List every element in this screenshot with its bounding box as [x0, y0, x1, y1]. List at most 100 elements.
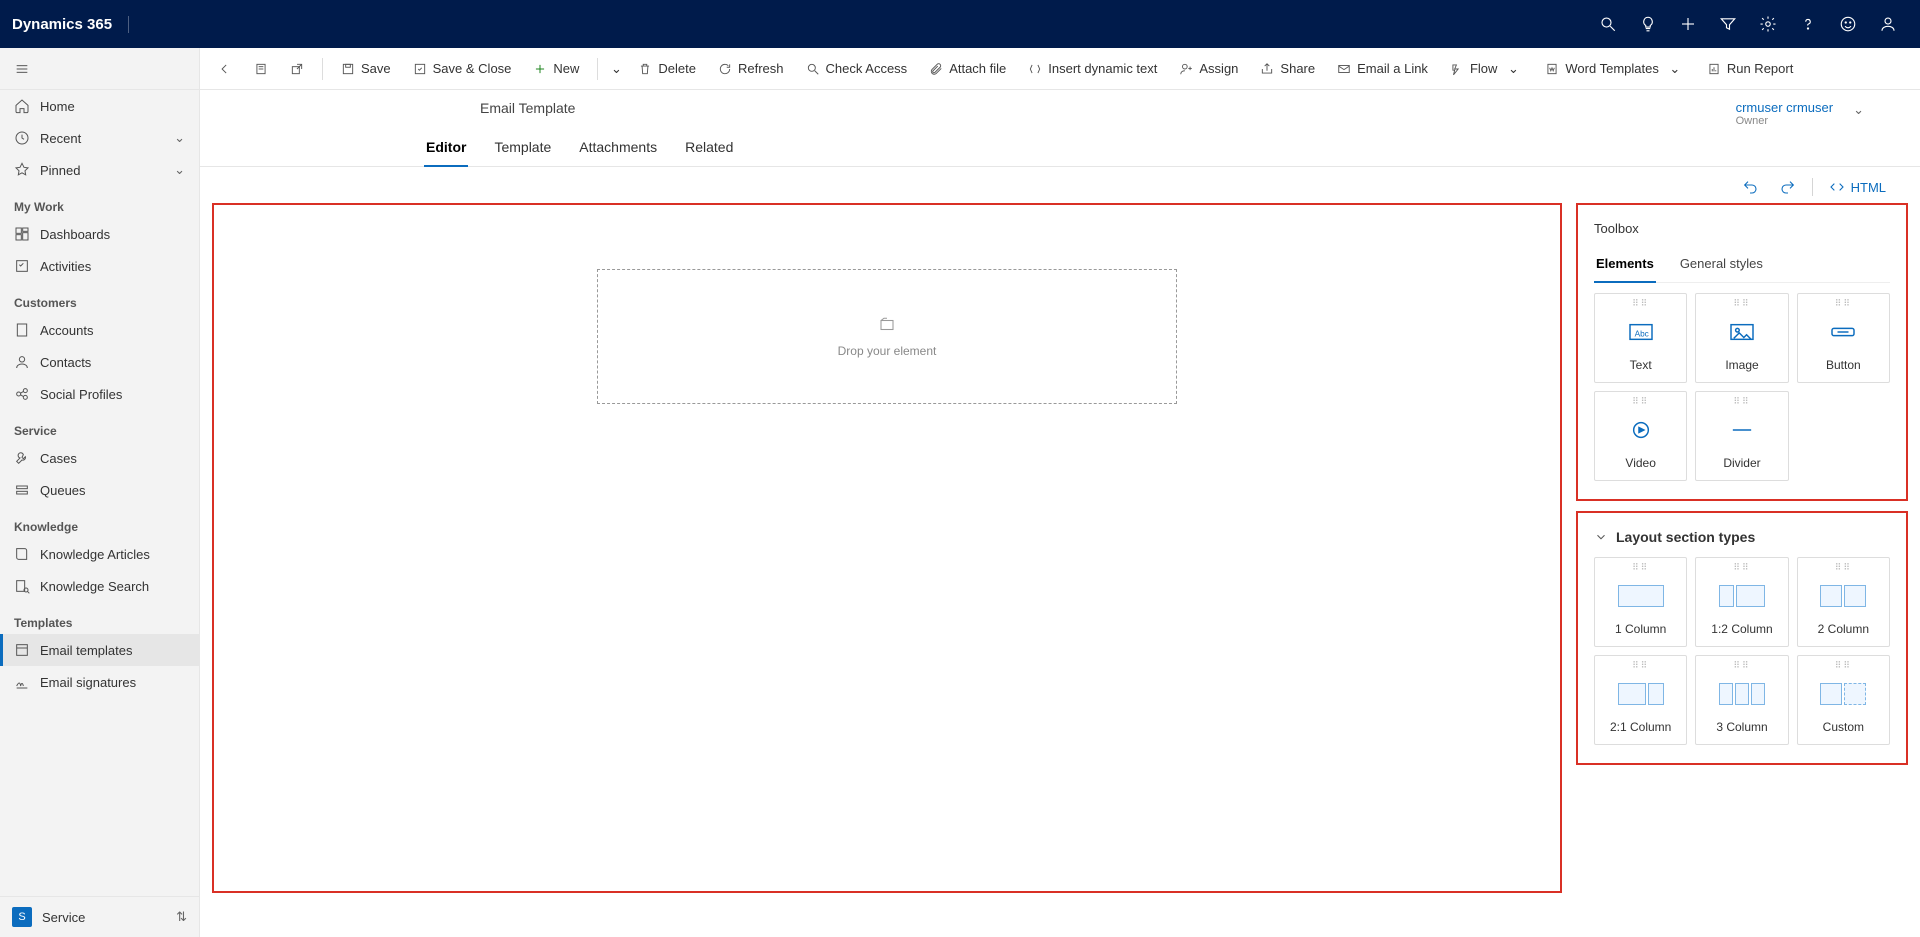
- attach-file-button[interactable]: Attach file: [919, 55, 1016, 82]
- delete-button[interactable]: Delete: [628, 55, 706, 82]
- grip-icon: ⠿⠿: [1733, 564, 1750, 570]
- grip-icon: ⠿⠿: [1835, 300, 1852, 306]
- element-video[interactable]: ⠿⠿ Video: [1594, 391, 1687, 481]
- command-bar: Save Save & Close New ⌄ Delete Refresh C…: [200, 48, 1920, 90]
- html-view-button[interactable]: HTML: [1823, 175, 1892, 199]
- grip-icon: ⠿⠿: [1835, 564, 1852, 570]
- sidebar-item-accounts[interactable]: Accounts: [0, 314, 199, 346]
- element-button[interactable]: ⠿⠿ Button: [1797, 293, 1890, 383]
- sidebar-section-knowledge: Knowledge: [0, 506, 199, 538]
- filter-icon[interactable]: [1708, 0, 1748, 48]
- sidebar-item-knowledge-search[interactable]: Knowledge Search: [0, 570, 199, 602]
- layout-2-1-column[interactable]: ⠿⠿ 2:1 Column: [1594, 655, 1687, 745]
- sidebar-item-social-profiles[interactable]: Social Profiles: [0, 378, 199, 410]
- tab-attachments[interactable]: Attachments: [577, 133, 659, 166]
- flow-button[interactable]: Flow⌄: [1440, 55, 1533, 83]
- save-button[interactable]: Save: [331, 55, 401, 82]
- sidebar-item-recent[interactable]: Recent ⌄: [0, 122, 199, 154]
- sidebar-section-mywork: My Work: [0, 186, 199, 218]
- drop-zone[interactable]: Drop your element: [597, 269, 1177, 404]
- share-button[interactable]: Share: [1250, 55, 1325, 82]
- sidebar-item-email-signatures[interactable]: Email signatures: [0, 666, 199, 698]
- grip-icon: ⠿⠿: [1632, 398, 1649, 404]
- undo-button[interactable]: [1736, 175, 1764, 199]
- sidebar-item-knowledge-articles[interactable]: Knowledge Articles: [0, 538, 199, 570]
- plus-icon[interactable]: [1668, 0, 1708, 48]
- design-canvas[interactable]: Drop your element: [212, 203, 1562, 893]
- main-area: Save Save & Close New ⌄ Delete Refresh C…: [200, 48, 1920, 937]
- help-icon[interactable]: [1788, 0, 1828, 48]
- left-sidebar: Home Recent ⌄ Pinned ⌄ My Work Dashboard…: [0, 48, 200, 937]
- sidebar-item-dashboards[interactable]: Dashboards: [0, 218, 199, 250]
- search-icon[interactable]: [1588, 0, 1628, 48]
- element-divider[interactable]: ⠿⠿ Divider: [1695, 391, 1788, 481]
- sidebar-toggle[interactable]: [0, 48, 199, 90]
- header-expand-chevron[interactable]: ⌄: [1853, 100, 1864, 118]
- new-split-chevron[interactable]: ⌄: [606, 61, 626, 77]
- open-record-set-button[interactable]: [244, 56, 278, 82]
- sidebar-section-customers: Customers: [0, 282, 199, 314]
- owner-name-link[interactable]: crmuser crmuser: [1736, 100, 1834, 115]
- sidebar-section-templates: Templates: [0, 602, 199, 634]
- new-button[interactable]: New: [523, 55, 589, 82]
- grip-icon: ⠿⠿: [1632, 564, 1649, 570]
- sidebar-item-email-templates[interactable]: Email templates: [0, 634, 199, 666]
- sidebar-item-pinned[interactable]: Pinned ⌄: [0, 154, 199, 186]
- chevron-down-icon[interactable]: [1594, 530, 1608, 544]
- element-image[interactable]: ⠿⠿ Image: [1695, 293, 1788, 383]
- book-icon: [14, 546, 30, 562]
- chevron-down-icon: ⌄: [174, 162, 185, 178]
- back-button[interactable]: [208, 56, 242, 82]
- insert-dynamic-text-button[interactable]: Insert dynamic text: [1018, 55, 1167, 82]
- svg-text:Abc: Abc: [1634, 330, 1648, 339]
- grip-icon: ⠿⠿: [1835, 662, 1852, 668]
- layout-custom[interactable]: ⠿⠿ Custom: [1797, 655, 1890, 745]
- layout-sections-panel: Layout section types ⠿⠿ 1 Column ⠿⠿ 1:2 …: [1576, 511, 1908, 765]
- save-close-button[interactable]: Save & Close: [403, 55, 522, 82]
- social-icon: [14, 386, 30, 402]
- person-icon: [14, 354, 30, 370]
- layout-1-2-column[interactable]: ⠿⠿ 1:2 Column: [1695, 557, 1788, 647]
- check-access-button[interactable]: Check Access: [796, 55, 918, 82]
- app-switcher-label: Service: [42, 910, 85, 925]
- element-text[interactable]: ⠿⠿ Abc Text: [1594, 293, 1687, 383]
- checklist-icon: [14, 258, 30, 274]
- sidebar-item-contacts[interactable]: Contacts: [0, 346, 199, 378]
- toolbox-tab-elements[interactable]: Elements: [1594, 250, 1656, 283]
- tab-related[interactable]: Related: [683, 133, 735, 166]
- editor-toolbar: HTML: [200, 167, 1920, 203]
- tab-editor[interactable]: Editor: [424, 133, 468, 167]
- sidebar-item-activities[interactable]: Activities: [0, 250, 199, 282]
- person-icon[interactable]: [1868, 0, 1908, 48]
- sidebar-item-cases[interactable]: Cases: [0, 442, 199, 474]
- chevron-down-icon: ⌄: [1665, 61, 1685, 77]
- app-switcher[interactable]: S Service ⇅: [0, 896, 199, 937]
- chevron-down-icon: ⌄: [1503, 61, 1523, 77]
- email-link-button[interactable]: Email a Link: [1327, 55, 1438, 82]
- popout-button[interactable]: [280, 56, 314, 82]
- sidebar-item-home[interactable]: Home: [0, 90, 199, 122]
- layout-1-column[interactable]: ⠿⠿ 1 Column: [1594, 557, 1687, 647]
- chevron-down-icon: ⌄: [174, 130, 185, 146]
- toolbox-tab-general-styles[interactable]: General styles: [1678, 250, 1765, 282]
- grip-icon: ⠿⠿: [1733, 300, 1750, 306]
- queue-icon: [14, 482, 30, 498]
- record-tabs: Editor Template Attachments Related: [200, 127, 1920, 167]
- smiley-icon[interactable]: [1828, 0, 1868, 48]
- assign-button[interactable]: Assign: [1169, 55, 1248, 82]
- redo-button[interactable]: [1774, 175, 1802, 199]
- gear-icon[interactable]: [1748, 0, 1788, 48]
- tab-template[interactable]: Template: [492, 133, 553, 166]
- sidebar-item-queues[interactable]: Queues: [0, 474, 199, 506]
- layout-2-column[interactable]: ⠿⠿ 2 Column: [1797, 557, 1890, 647]
- lightbulb-icon[interactable]: [1628, 0, 1668, 48]
- refresh-button[interactable]: Refresh: [708, 55, 794, 82]
- clock-icon: [14, 130, 30, 146]
- toolbox-tabs: Elements General styles: [1594, 250, 1890, 283]
- run-report-button[interactable]: Run Report: [1697, 55, 1803, 82]
- word-templates-button[interactable]: Word Templates⌄: [1535, 55, 1694, 83]
- app-brand: Dynamics 365: [12, 16, 129, 33]
- layout-3-column[interactable]: ⠿⠿ 3 Column: [1695, 655, 1788, 745]
- record-title: Email Template: [480, 100, 575, 116]
- book-search-icon: [14, 578, 30, 594]
